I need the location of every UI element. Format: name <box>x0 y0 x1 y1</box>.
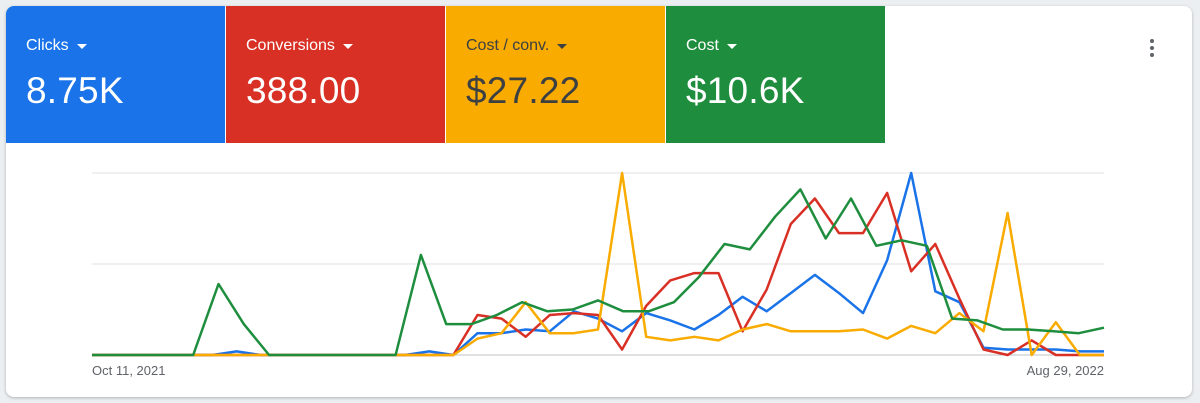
dropdown-caret-icon[interactable] <box>342 43 353 49</box>
x-tick-end: Aug 29, 2022 <box>1027 363 1104 378</box>
metric-tile-cost[interactable]: Cost $10.6K <box>666 6 885 143</box>
line-chart: Oct 11, 2021 Aug 29, 2022 <box>92 171 1105 378</box>
metric-value: $10.6K <box>686 70 805 111</box>
metric-label: Cost / conv. <box>466 37 550 54</box>
metric-tile-conversions[interactable]: Conversions 388.00 <box>226 6 445 143</box>
metric-tiles: Clicks 8.75K Conversions 388.00 Cost / c… <box>6 6 886 143</box>
metric-value: 388.00 <box>246 70 361 111</box>
x-tick-start: Oct 11, 2021 <box>92 363 165 378</box>
dropdown-caret-icon[interactable] <box>726 43 737 49</box>
metric-label: Clicks <box>26 37 69 54</box>
dropdown-caret-icon[interactable] <box>76 43 87 49</box>
metric-tile-cost-per-conv[interactable]: Cost / conv. $27.22 <box>446 6 665 143</box>
metric-value: $27.22 <box>466 70 581 111</box>
metric-tile-clicks[interactable]: Clicks 8.75K <box>6 6 225 143</box>
dropdown-caret-icon[interactable] <box>557 43 568 49</box>
more-options-icon[interactable] <box>1140 36 1164 60</box>
metric-label: Conversions <box>246 37 335 54</box>
performance-card: Clicks 8.75K Conversions 388.00 Cost / c… <box>6 6 1192 397</box>
metric-label: Cost <box>686 37 719 54</box>
metric-value: 8.75K <box>26 70 124 111</box>
